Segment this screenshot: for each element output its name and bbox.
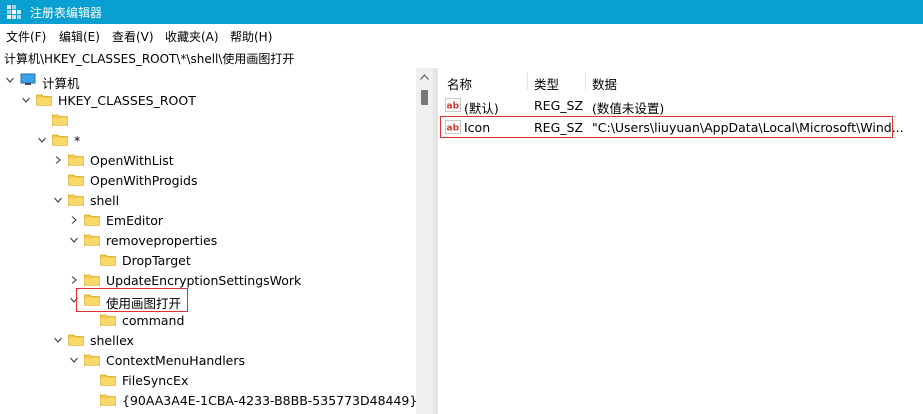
value-type: REG_SZ (534, 98, 584, 113)
tree-item-openwithprogids[interactable]: OpenWithProgids (0, 170, 416, 190)
svg-text:ab: ab (447, 102, 460, 112)
chevron-right-icon[interactable] (54, 156, 62, 164)
tree-item-shell[interactable]: shell (0, 190, 416, 210)
chevron-right-icon[interactable] (70, 276, 78, 284)
folder-icon (68, 174, 84, 186)
chevron-down-icon[interactable] (54, 336, 62, 344)
string-value-icon: ab (445, 98, 461, 112)
tree-item-star[interactable]: * (0, 130, 416, 150)
folder-icon (84, 234, 100, 246)
value-row[interactable]: ab (默认) REG_SZ (数值未设置) (438, 95, 923, 116)
scroll-thumb[interactable] (421, 90, 428, 105)
folder-icon (68, 334, 84, 346)
tree-item-filesyncex[interactable]: FileSyncEx (0, 370, 416, 390)
chevron-down-icon[interactable] (22, 96, 30, 104)
column-divider[interactable] (527, 72, 528, 90)
tree-item-openwithlist[interactable]: OpenWithList (0, 150, 416, 170)
menu-help[interactable]: 帮助(H) (230, 28, 272, 45)
tree-item-label: shellex (90, 333, 134, 348)
tree-item-label: {90AA3A4E-1CBA-4233-B8BB-535773D48449} (122, 393, 416, 408)
tree-item-contextmenuhandlers[interactable]: ContextMenuHandlers (0, 350, 416, 370)
tree-scrollbar[interactable] (416, 68, 433, 414)
highlight-box (440, 116, 893, 138)
menu-bar: 文件(F) 编辑(E) 查看(V) 收藏夹(A) 帮助(H) (0, 24, 923, 46)
window-title: 注册表编辑器 (30, 6, 103, 20)
menu-view[interactable]: 查看(V) (112, 28, 154, 45)
tree-item-label: ContextMenuHandlers (106, 353, 246, 368)
computer-icon (20, 73, 36, 85)
folder-icon (52, 134, 68, 146)
tree-item-computer[interactable]: 计算机 (0, 70, 416, 91)
tree-item-label: command (122, 313, 185, 328)
tree-item-command[interactable]: command (0, 310, 416, 330)
tree-item-removeproperties[interactable]: removeproperties (0, 230, 416, 250)
selection-highlight-box (76, 288, 188, 312)
tree-item-label: shell (90, 193, 120, 208)
chevron-down-icon[interactable] (70, 356, 78, 364)
registry-editor-icon (7, 5, 21, 19)
tree-item-open-with-paint[interactable]: 使用画图打开 (0, 288, 416, 312)
tree-pane[interactable]: 计算机 HKEY_CLASSES_ROOT * OpenWithList OpenWit… (0, 68, 416, 414)
chevron-right-icon[interactable] (70, 216, 78, 224)
tree-item-shellex[interactable]: shellex (0, 330, 416, 350)
chevron-down-icon[interactable] (54, 196, 62, 204)
tree-item-updateencryptionsettingswork[interactable]: UpdateEncryptionSettingsWork (0, 270, 416, 290)
column-divider[interactable] (585, 72, 586, 90)
tree-item-label: OpenWithProgids (90, 173, 198, 188)
tree-item-label: UpdateEncryptionSettingsWork (106, 273, 302, 288)
tree-item-hkey-classes-root[interactable]: HKEY_CLASSES_ROOT (0, 90, 416, 110)
address-path[interactable]: 计算机\HKEY_CLASSES_ROOT\*\shell\使用画图打开 (4, 50, 294, 67)
tree-item-label: * (74, 133, 81, 148)
folder-icon (100, 374, 116, 386)
folder-icon (100, 254, 116, 266)
tree-item-label: OpenWithList (90, 153, 174, 168)
tree-item-label: removeproperties (106, 233, 218, 248)
tree-item-label: EmEditor (106, 213, 164, 228)
folder-icon (68, 194, 84, 206)
folder-icon (84, 274, 100, 286)
tree-item-label: FileSyncEx (122, 373, 189, 388)
tree-item-emeditor[interactable]: EmEditor (0, 210, 416, 230)
folder-icon (100, 394, 116, 406)
tree-item-guid[interactable]: {90AA3A4E-1CBA-4233-B8BB-535773D48449} (0, 390, 416, 410)
value-data: (数值未设置) (592, 101, 665, 116)
column-data-header[interactable]: 数据 (592, 74, 617, 93)
folder-icon (84, 354, 100, 366)
menu-file[interactable]: 文件(F) (6, 28, 46, 45)
folder-icon (52, 114, 68, 126)
tree-item-label: DropTarget (122, 253, 191, 268)
folder-icon (84, 214, 100, 226)
column-name-header[interactable]: 名称 (447, 74, 472, 93)
menu-favorites[interactable]: 收藏夹(A) (165, 28, 219, 45)
chevron-down-icon[interactable] (70, 236, 78, 244)
address-bar[interactable]: 计算机\HKEY_CLASSES_ROOT\*\shell\使用画图打开 (0, 46, 923, 69)
chevron-down-icon[interactable] (38, 136, 46, 144)
tree-item-blank[interactable] (0, 110, 416, 130)
folder-icon (68, 154, 84, 166)
values-pane[interactable]: 名称 类型 数据 ab (默认) REG_SZ (数值未设置) ab Icon … (438, 68, 923, 414)
folder-icon (36, 94, 52, 106)
menu-edit[interactable]: 编辑(E) (59, 28, 100, 45)
tree-item-label: HKEY_CLASSES_ROOT (58, 93, 196, 108)
folder-icon (100, 314, 116, 326)
column-type-header[interactable]: 类型 (534, 74, 559, 93)
value-name: (默认) (464, 101, 499, 116)
title-bar: 注册表编辑器 (0, 0, 923, 24)
chevron-down-icon[interactable] (6, 76, 14, 84)
tree-item-droptarget[interactable]: DropTarget (0, 250, 416, 270)
scroll-up-arrow-icon[interactable] (420, 74, 429, 80)
